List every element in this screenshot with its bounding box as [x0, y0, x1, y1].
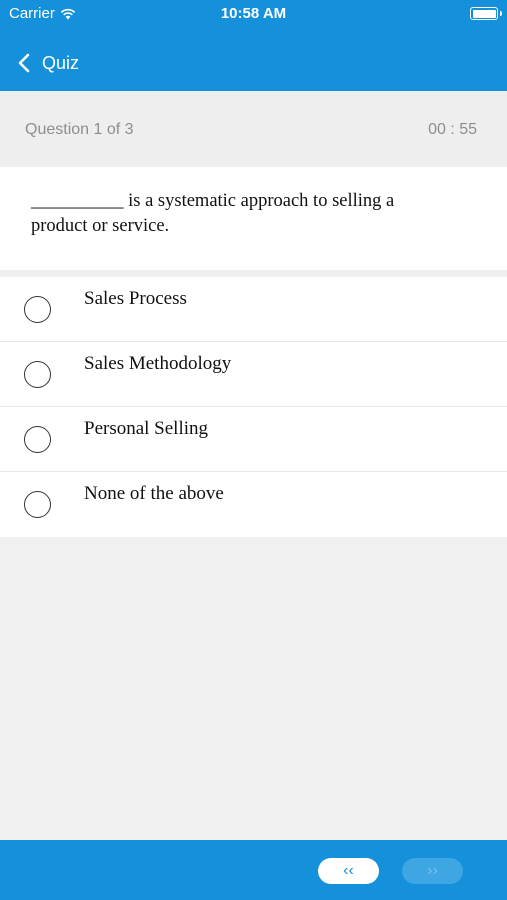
back-button[interactable]: Quiz: [14, 48, 79, 78]
status-bar: Carrier 10:58 AM: [0, 0, 507, 28]
answer-options: Sales Process Sales Methodology Personal…: [0, 277, 507, 537]
countdown-timer: 00 : 55: [428, 121, 477, 138]
radio-button-icon[interactable]: [24, 296, 51, 323]
answer-option-label: Sales Process: [84, 288, 187, 309]
next-question-button: ››: [402, 858, 463, 884]
bottom-toolbar: ‹‹ ››: [0, 840, 507, 900]
answer-option-label: None of the above: [84, 483, 224, 504]
answer-option-label: Personal Selling: [84, 418, 209, 439]
question-counter: Question 1 of 3: [25, 121, 134, 138]
radio-button-icon[interactable]: [24, 491, 51, 518]
divider: [0, 270, 507, 277]
answer-option-label: Sales Methodology: [84, 353, 232, 374]
chevron-left-icon: [18, 53, 30, 73]
question-card: __________ is a systematic approach to s…: [0, 167, 507, 270]
battery-icon: [470, 7, 502, 20]
question-text: __________ is a systematic approach to s…: [31, 191, 395, 236]
question-header: Question 1 of 3 00 : 55: [0, 91, 507, 167]
answer-option[interactable]: Personal Selling: [0, 407, 507, 472]
answer-option[interactable]: Sales Process: [0, 277, 507, 342]
status-time: 10:58 AM: [220, 5, 287, 22]
radio-button-icon[interactable]: [24, 426, 51, 453]
radio-button-icon[interactable]: [24, 361, 51, 388]
back-label: Quiz: [42, 52, 80, 73]
previous-question-button[interactable]: ‹‹: [318, 858, 379, 884]
answer-option[interactable]: Sales Methodology: [0, 342, 507, 407]
nav-bar: Quiz: [0, 28, 507, 91]
answer-option[interactable]: None of the above: [0, 472, 507, 537]
